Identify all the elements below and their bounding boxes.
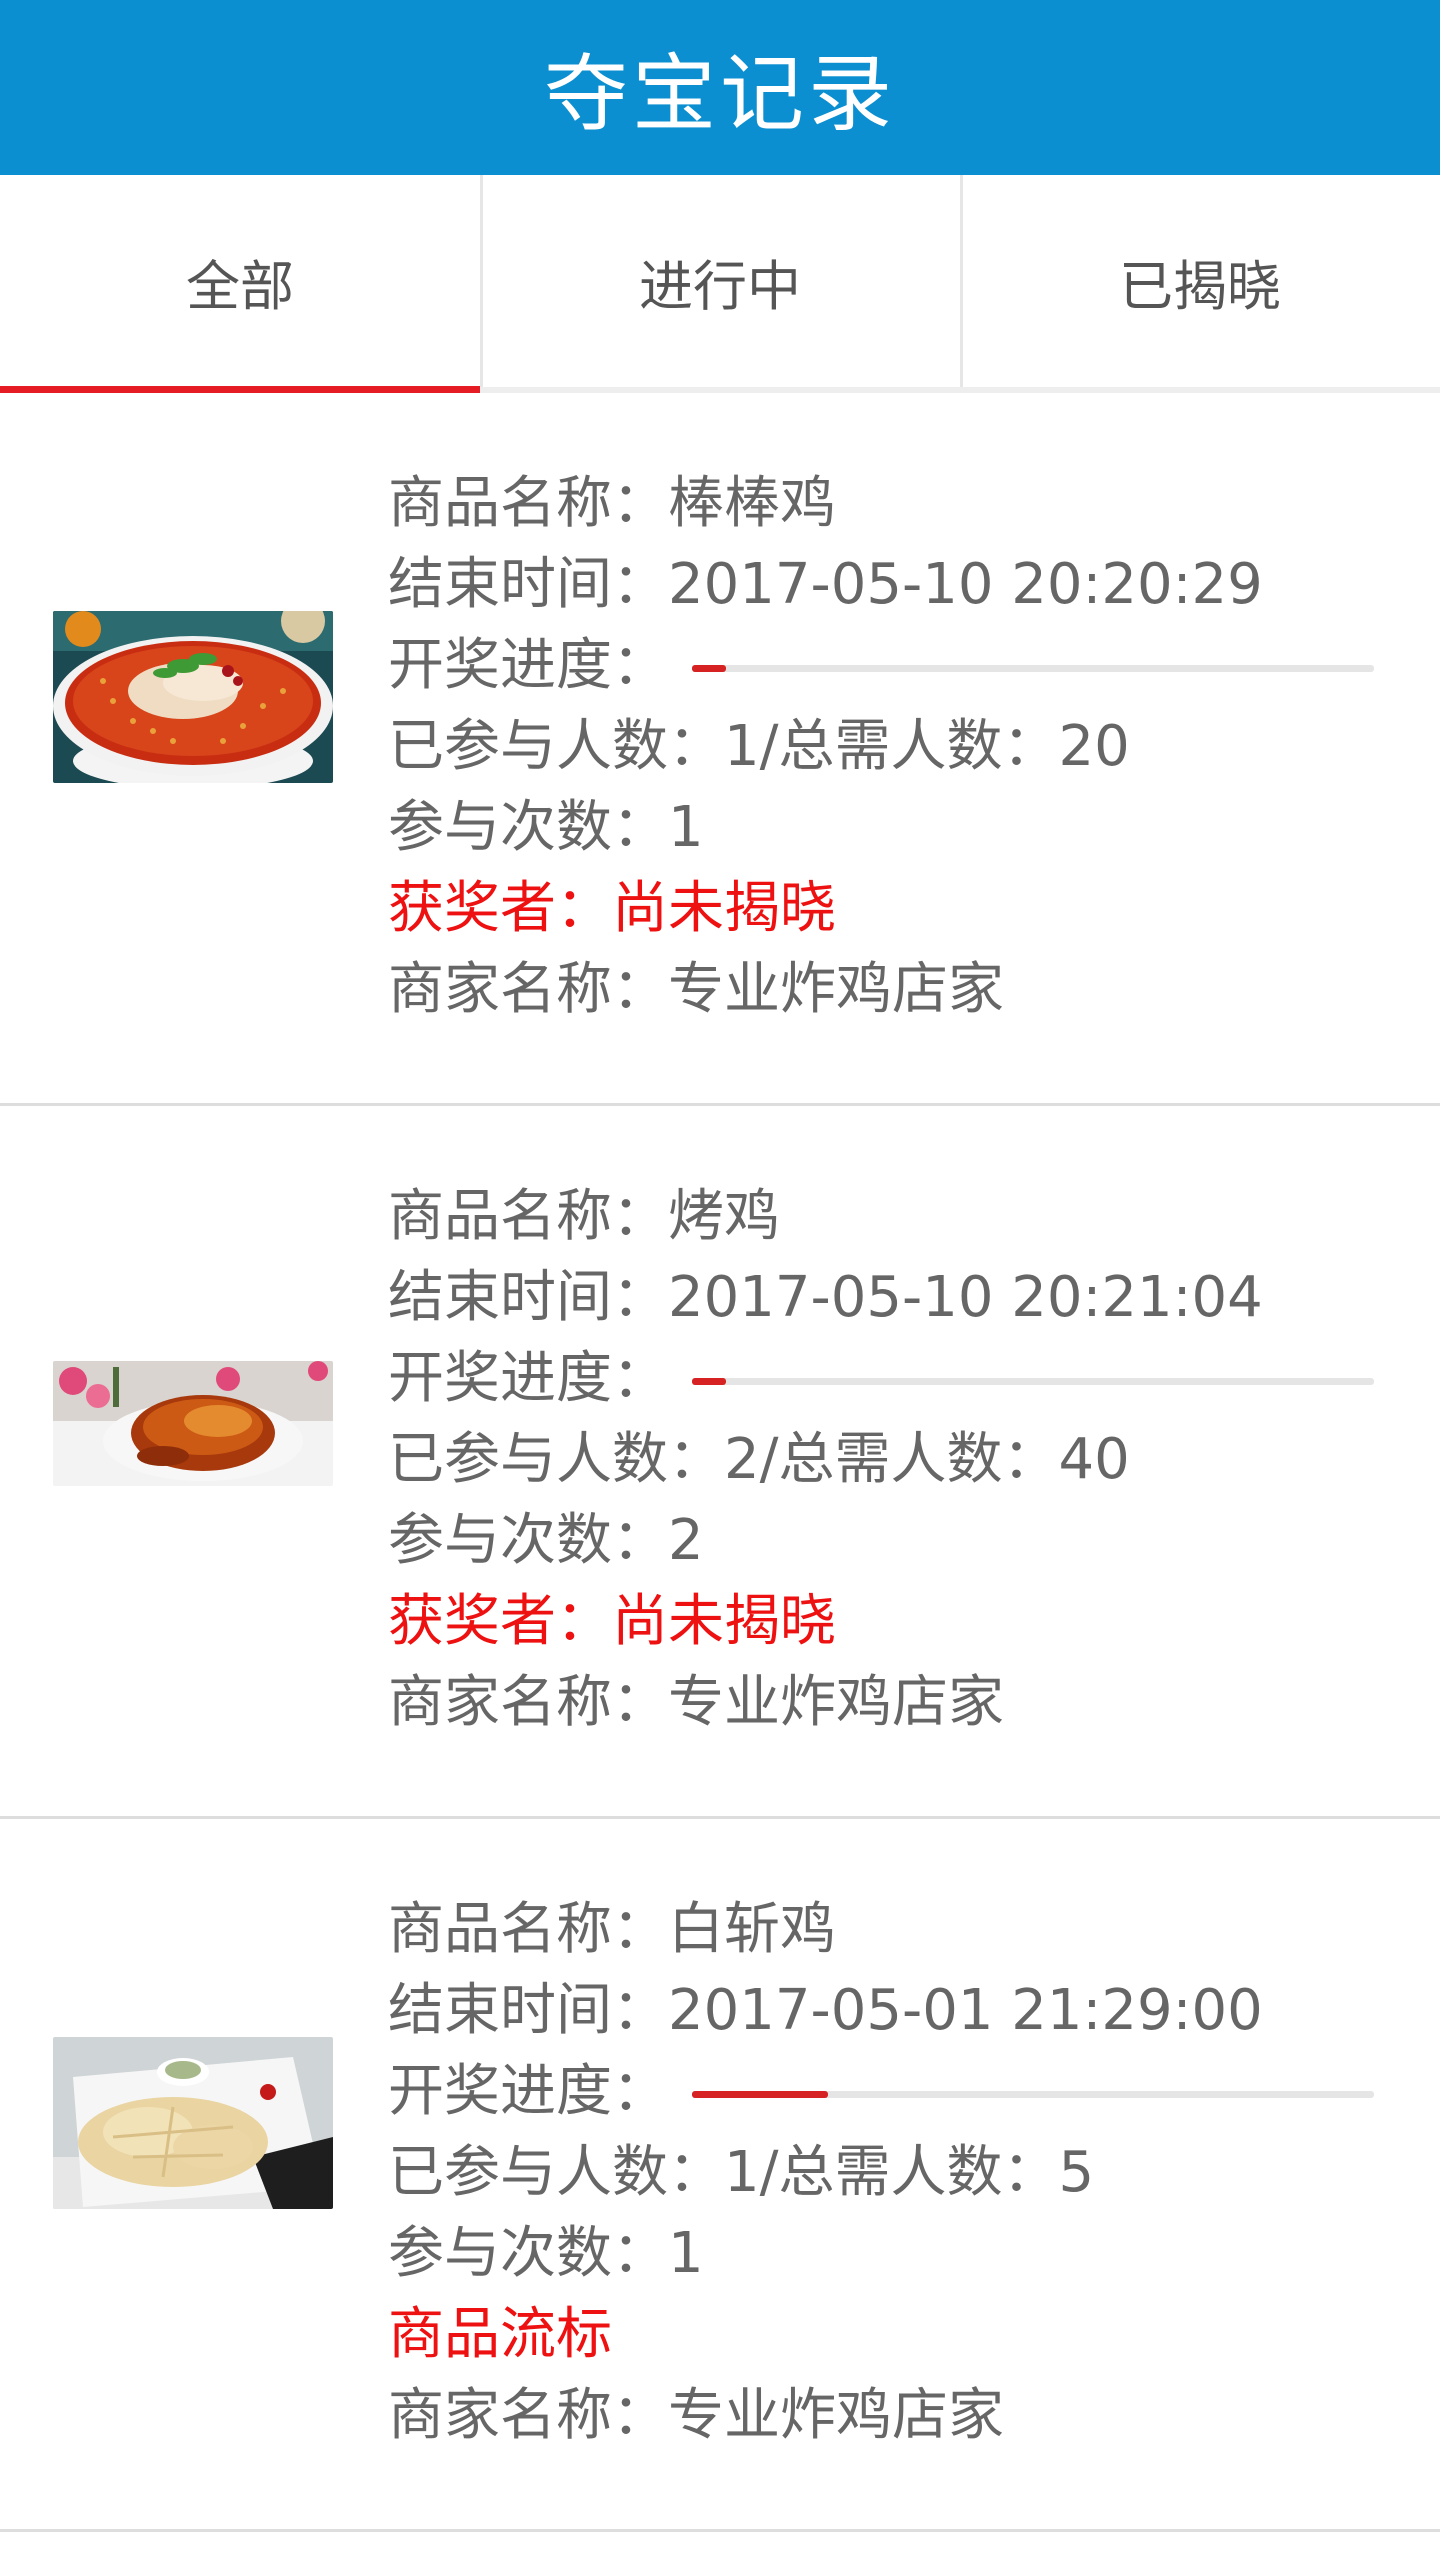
times-label: 参与次数： [388, 795, 668, 860]
merchant-name: 专业炸鸡店家 [668, 957, 1004, 1022]
end-time: 2017-05-01 21:29:00 [668, 1978, 1263, 2043]
record-info: 商品名称：棒棒鸡 结束时间：2017-05-10 20:20:29 开奖进度： … [388, 463, 1400, 1030]
tab-in-progress[interactable]: 进行中 [480, 175, 960, 387]
merchant-label: 商家名称： [388, 1670, 668, 1735]
lot-status: 商品流标 [388, 2302, 612, 2367]
end-time: 2017-05-10 20:21:04 [668, 1265, 1263, 1330]
product-name-row: 商品名称：棒棒鸡 [388, 463, 1400, 544]
progress-label: 开奖进度： [388, 2059, 668, 2124]
record-item[interactable]: 商品名称：棒棒鸡 结束时间：2017-05-10 20:20:29 开奖进度： … [0, 393, 1440, 1106]
tab-all[interactable]: 全部 [0, 175, 480, 393]
joined-count: 1 [724, 2140, 760, 2205]
end-time-label: 结束时间： [388, 1265, 668, 1330]
progress-bar [692, 665, 1374, 672]
total-label: /总需人数： [759, 714, 1059, 779]
progress-bar [692, 2091, 1374, 2098]
total-count: 40 [1058, 1427, 1130, 1492]
end-time: 2017-05-10 20:20:29 [668, 552, 1263, 617]
product-name-row: 商品名称：白斩鸡 [388, 1889, 1400, 1970]
product-name-label: 商品名称： [388, 1184, 668, 1249]
total-count: 5 [1058, 2140, 1095, 2205]
times-row: 参与次数：2 [388, 1500, 1400, 1581]
record-info: 商品名称：烤鸡 结束时间：2017-05-10 20:21:04 开奖进度： 已… [388, 1176, 1400, 1743]
progress-fill [692, 1378, 727, 1385]
winner-status: 获奖者：尚未揭晓 [388, 1589, 836, 1654]
product-name: 白斩鸡 [668, 1897, 836, 1962]
progress-row: 开奖进度： [388, 2051, 1400, 2132]
total-count: 20 [1058, 714, 1130, 779]
product-name: 棒棒鸡 [668, 471, 836, 536]
merchant-label: 商家名称： [388, 2383, 668, 2448]
total-label: /总需人数： [759, 1427, 1059, 1492]
winner-status: 获奖者：尚未揭晓 [388, 876, 836, 941]
record-item[interactable]: 商品名称：烤鸡 结束时间：2017-05-10 20:21:04 开奖进度： 已… [0, 1106, 1440, 1819]
joined-count: 2 [724, 1427, 760, 1492]
app-header: 夺宝记录 [0, 0, 1440, 175]
progress-fill [692, 665, 727, 672]
joined-label: 已参与人数： [388, 714, 724, 779]
tab-revealed[interactable]: 已揭晓 [960, 175, 1440, 387]
participants-row: 已参与人数：1/总需人数：20 [388, 706, 1400, 787]
joined-label: 已参与人数： [388, 2140, 724, 2205]
page-title: 夺宝记录 [543, 45, 896, 143]
merchant-label: 商家名称： [388, 957, 668, 1022]
progress-row: 开奖进度： [388, 625, 1400, 706]
participants-row: 已参与人数：2/总需人数：40 [388, 1419, 1400, 1500]
merchant-name: 专业炸鸡店家 [668, 1670, 1004, 1735]
product-name-label: 商品名称： [388, 1897, 668, 1962]
times-count: 1 [668, 2221, 704, 2286]
bangbang-chicken-image [53, 611, 333, 783]
end-time-row: 结束时间：2017-05-01 21:29:00 [388, 1970, 1400, 2051]
record-item[interactable]: 商品名称：白斩鸡 结束时间：2017-05-01 21:29:00 开奖进度： … [0, 1819, 1440, 2532]
progress-label: 开奖进度： [388, 1346, 668, 1411]
times-count: 1 [668, 795, 704, 860]
progress-label: 开奖进度： [388, 633, 668, 698]
progress-row: 开奖进度： [388, 1338, 1400, 1419]
record-info: 商品名称：白斩鸡 结束时间：2017-05-01 21:29:00 开奖进度： … [388, 1889, 1400, 2456]
white-cut-chicken-image [53, 2037, 333, 2209]
progress-bar [692, 1378, 1374, 1385]
merchant-row: 商家名称：专业炸鸡店家 [388, 2375, 1400, 2456]
record-list: 商品名称：棒棒鸡 结束时间：2017-05-10 20:20:29 开奖进度： … [0, 393, 1440, 2532]
times-row: 参与次数：1 [388, 2213, 1400, 2294]
joined-label: 已参与人数： [388, 1427, 724, 1492]
end-time-label: 结束时间： [388, 1978, 668, 2043]
participants-row: 已参与人数：1/总需人数：5 [388, 2132, 1400, 2213]
end-time-row: 结束时间：2017-05-10 20:21:04 [388, 1257, 1400, 1338]
end-time-label: 结束时间： [388, 552, 668, 617]
end-time-row: 结束时间：2017-05-10 20:20:29 [388, 544, 1400, 625]
times-count: 2 [668, 1508, 704, 1573]
tab-bar: 全部 进行中 已揭晓 [0, 175, 1440, 393]
times-label: 参与次数： [388, 1508, 668, 1573]
merchant-name: 专业炸鸡店家 [668, 2383, 1004, 2448]
product-name-label: 商品名称： [388, 471, 668, 536]
merchant-row: 商家名称：专业炸鸡店家 [388, 949, 1400, 1030]
times-row: 参与次数：1 [388, 787, 1400, 868]
progress-fill [692, 2091, 829, 2098]
roast-chicken-image [53, 1361, 333, 1486]
product-name: 烤鸡 [668, 1184, 780, 1249]
merchant-row: 商家名称：专业炸鸡店家 [388, 1662, 1400, 1743]
times-label: 参与次数： [388, 2221, 668, 2286]
product-name-row: 商品名称：烤鸡 [388, 1176, 1400, 1257]
joined-count: 1 [724, 714, 760, 779]
total-label: /总需人数： [759, 2140, 1059, 2205]
